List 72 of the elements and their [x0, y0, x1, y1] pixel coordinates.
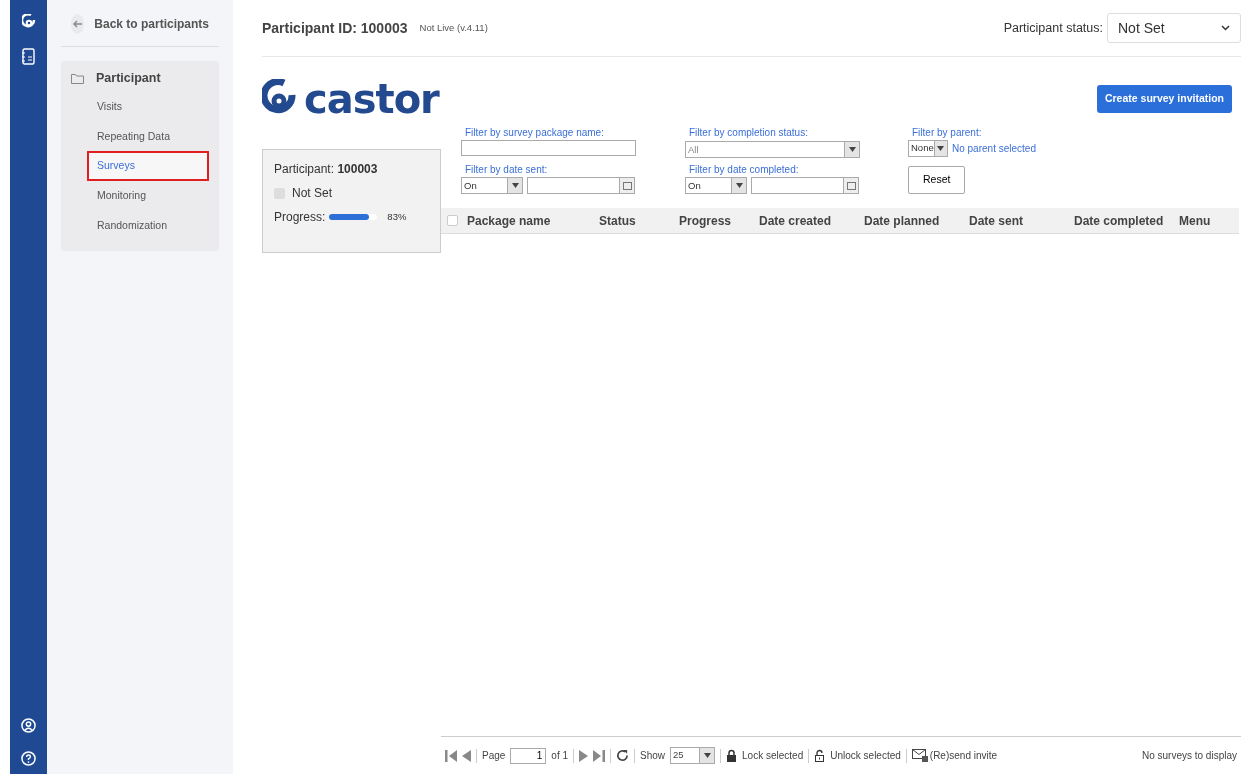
sidebar-item[interactable]: Repeating Data: [87, 121, 209, 152]
filter-label: Filter by date completed:: [688, 163, 800, 178]
column-header[interactable]: Date planned: [864, 211, 969, 230]
participant-label: Participant:: [274, 162, 335, 176]
create-survey-button[interactable]: Create survey invitation: [1096, 85, 1232, 113]
last-page-icon[interactable]: [593, 749, 606, 762]
next-page-icon[interactable]: [579, 749, 589, 762]
status-label: Participant status:: [1003, 19, 1103, 37]
column-header[interactable]: Progress: [679, 211, 759, 230]
previous-page-icon[interactable]: [462, 749, 471, 762]
sidebar-item[interactable]: Visits: [87, 91, 209, 122]
envelope-icon[interactable]: [911, 749, 929, 762]
lock-selected-link[interactable]: Lock selected: [742, 748, 804, 763]
resend-invite-link[interactable]: (Re)send invite: [929, 748, 998, 763]
participant-id: Participant ID: 100003: [262, 18, 408, 38]
lock-icon[interactable]: [726, 749, 738, 762]
reset-button[interactable]: Reset: [908, 166, 966, 195]
page-size-select[interactable]: 25: [670, 747, 716, 764]
back-link[interactable]: Back to participants: [94, 15, 209, 33]
unlock-selected-link[interactable]: Unlock selected: [830, 748, 901, 763]
date-completed-field[interactable]: [751, 177, 859, 195]
filter-label: Filter by completion status:: [688, 125, 809, 140]
logo-icon[interactable]: [21, 14, 36, 30]
folder-icon: [71, 72, 84, 84]
caret-icon: [848, 147, 856, 153]
notebook-icon[interactable]: [22, 48, 35, 65]
select-all-checkbox[interactable]: [447, 215, 458, 227]
column-header[interactable]: Date created: [759, 211, 864, 230]
column-header[interactable]: Date sent: [969, 211, 1074, 230]
filter-label: Filter by date sent:: [464, 163, 549, 178]
sidebar-item[interactable]: Monitoring: [87, 181, 209, 211]
user-icon[interactable]: [21, 718, 36, 733]
caret-icon: [703, 753, 711, 758]
caret-icon: [937, 145, 945, 151]
date-operator-select[interactable]: On: [685, 177, 747, 195]
castor-logo: castor: [262, 79, 441, 119]
sidebar-item[interactable]: Randomization: [87, 210, 209, 241]
section-title: Participant: [96, 70, 161, 87]
date-operator-select[interactable]: On: [461, 177, 523, 195]
participant-number: 100003: [337, 162, 378, 176]
show-label: Show: [640, 749, 666, 763]
version-label: Not Live (v.4.11): [419, 20, 488, 35]
page-count: of 1: [551, 749, 569, 763]
chevron-icon: [1221, 25, 1230, 31]
unlock-icon[interactable]: [814, 749, 826, 762]
column-header[interactable]: Menu: [1179, 211, 1229, 230]
filter-label: Filter by survey package name:: [464, 125, 605, 140]
progress-label: Progress:: [274, 209, 326, 226]
parent-note: No parent selected: [952, 141, 1036, 156]
caret-icon: [735, 183, 743, 189]
page-label: Page: [482, 749, 506, 763]
package-name-field[interactable]: [461, 139, 636, 156]
progress-value: 83%: [387, 209, 407, 224]
parent-select[interactable]: None: [908, 139, 948, 157]
pager-status: No surveys to display: [1141, 749, 1237, 763]
calendar-icon: [622, 181, 632, 190]
calendar-icon: [846, 181, 856, 190]
participant-status: Not Set: [292, 185, 333, 202]
page-field[interactable]: 1: [510, 747, 547, 764]
refresh-icon[interactable]: [616, 749, 630, 762]
column-header[interactable]: Status: [599, 211, 679, 230]
caret-icon: [511, 183, 519, 189]
column-header[interactable]: Package name: [467, 211, 599, 230]
sidebar-item[interactable]: Surveys: [87, 151, 209, 181]
completion-status-select[interactable]: All: [685, 141, 860, 159]
date-sent-field[interactable]: [527, 177, 635, 195]
column-header[interactable]: Date completed: [1074, 211, 1179, 230]
help-icon[interactable]: [21, 751, 36, 766]
filter-label: Filter by parent:: [911, 125, 983, 140]
first-page-icon[interactable]: [445, 749, 457, 762]
back-icon[interactable]: [71, 14, 85, 34]
status-select[interactable]: Not Set: [1107, 13, 1241, 43]
